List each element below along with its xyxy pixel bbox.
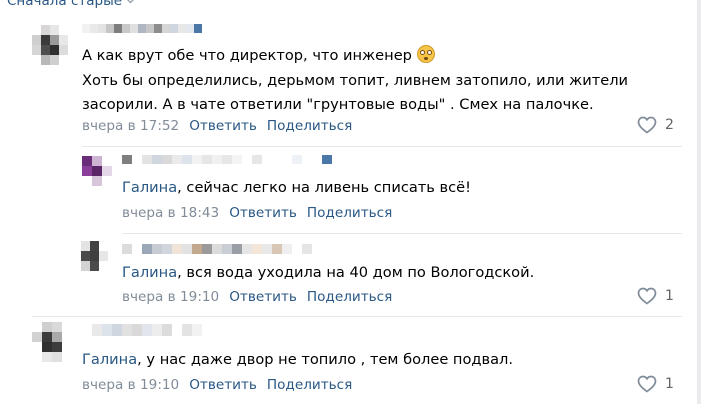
like-count: 1 xyxy=(665,288,674,304)
comment-time[interactable]: вчера в 18:43 xyxy=(122,205,219,221)
sort-order-link[interactable]: Сначала старые xyxy=(7,0,135,9)
comment-text: А как врут обе что директор, что инженер… xyxy=(82,45,629,113)
share-button[interactable]: Поделиться xyxy=(307,289,392,305)
reply-button[interactable]: Ответить xyxy=(189,377,257,393)
divider xyxy=(32,316,682,317)
avatar[interactable] xyxy=(72,241,108,271)
mention-link[interactable]: Галина xyxy=(122,264,177,281)
astonished-face-icon xyxy=(416,45,435,63)
divider xyxy=(122,233,682,234)
author-name[interactable] xyxy=(82,24,202,33)
reply-button[interactable]: Ответить xyxy=(229,205,297,221)
comment-meta: вчера в 19:10 Ответить Поделиться xyxy=(122,289,392,305)
comment-text: Галина, вся вода уходила на 40 дом по Во… xyxy=(122,264,535,281)
reply-button[interactable]: Ответить xyxy=(229,289,297,305)
scrollbar-track[interactable] xyxy=(697,0,701,404)
heart-icon xyxy=(637,375,657,393)
mention-link[interactable]: Галина xyxy=(122,179,177,196)
author-name[interactable] xyxy=(122,155,332,164)
like-button[interactable]: 2 xyxy=(637,116,674,134)
comment-time[interactable]: вчера в 17:52 xyxy=(82,118,179,134)
like-count: 2 xyxy=(665,117,674,133)
avatar[interactable] xyxy=(32,322,72,362)
heart-icon xyxy=(637,287,657,305)
author-name[interactable] xyxy=(122,244,332,254)
sort-order-label: Сначала старые xyxy=(7,0,123,9)
like-count: 1 xyxy=(665,376,674,392)
comment-text: Галина, у нас даже двор не топило , тем … xyxy=(82,351,514,368)
comment-time[interactable]: вчера в 19:10 xyxy=(122,289,219,305)
comment-meta: вчера в 17:52 Ответить Поделиться xyxy=(82,118,352,134)
chevron-down-icon xyxy=(127,0,135,4)
like-button[interactable]: 1 xyxy=(637,287,674,305)
author-name[interactable] xyxy=(82,324,212,336)
share-button[interactable]: Поделиться xyxy=(267,377,352,393)
like-button[interactable]: 1 xyxy=(637,375,674,393)
avatar[interactable] xyxy=(32,25,68,65)
comment-meta: вчера в 18:43 Ответить Поделиться xyxy=(122,205,392,221)
comment-text: Галина, сейчас легко на ливень списать в… xyxy=(122,179,471,196)
comment-meta: вчера в 19:10 Ответить Поделиться xyxy=(82,377,352,393)
avatar[interactable] xyxy=(82,156,112,186)
divider xyxy=(82,146,682,147)
share-button[interactable]: Поделиться xyxy=(307,205,392,221)
reply-button[interactable]: Ответить xyxy=(189,118,257,134)
mention-link[interactable]: Галина xyxy=(82,351,137,368)
heart-icon xyxy=(637,116,657,134)
share-button[interactable]: Поделиться xyxy=(267,118,352,134)
comment-time[interactable]: вчера в 19:10 xyxy=(82,377,179,393)
